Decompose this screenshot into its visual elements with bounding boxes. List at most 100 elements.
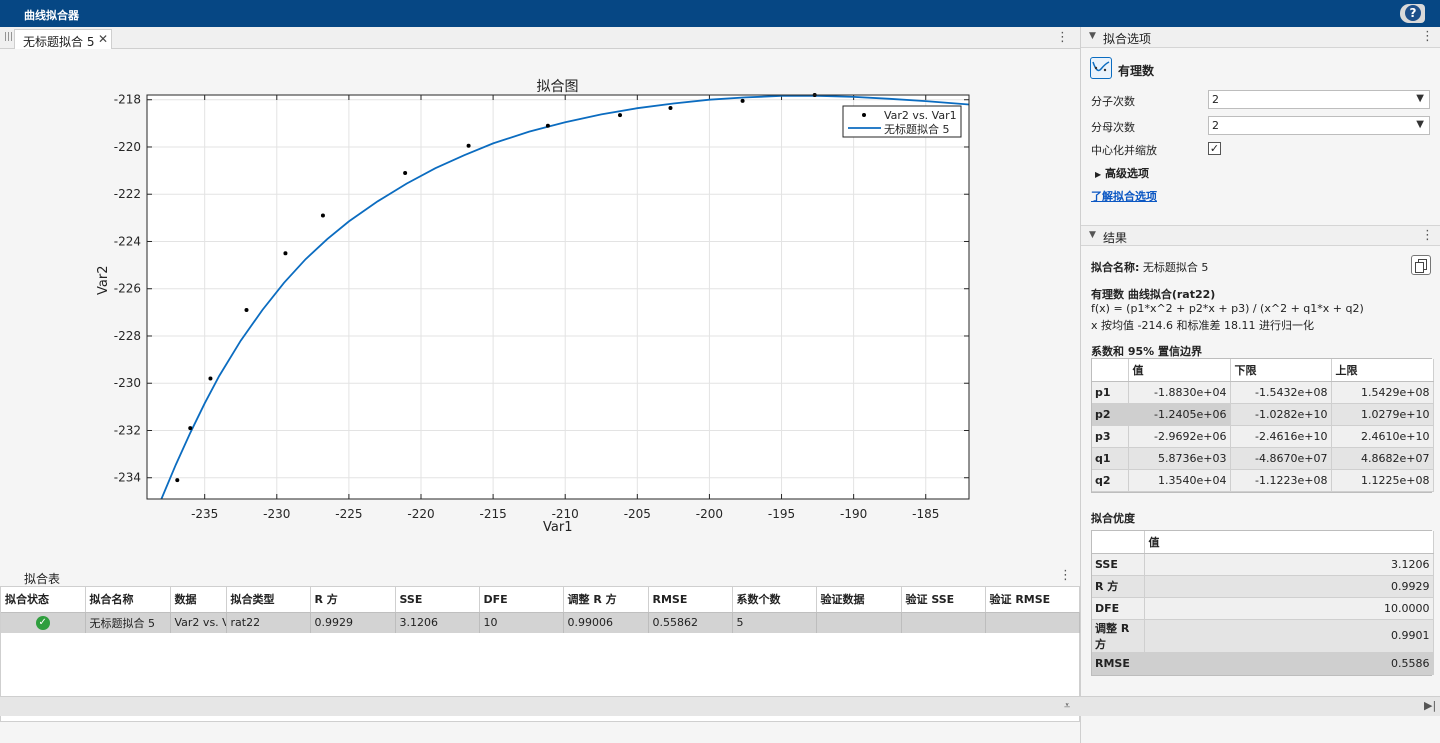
column-header[interactable]: 验证 RMSE bbox=[985, 587, 1080, 613]
column-header[interactable]: 值 bbox=[1128, 359, 1231, 382]
column-header[interactable]: 数据 bbox=[170, 587, 227, 613]
coefficients-title: 系数和 95% 置信边界 bbox=[1091, 345, 1202, 358]
goodness-of-fit-title: 拟合优度 bbox=[1091, 512, 1135, 525]
coef-upper: 4.8682e+07 bbox=[1331, 447, 1434, 470]
x-tick-label: -200 bbox=[696, 507, 723, 521]
fit-table-title: 拟合表 bbox=[24, 572, 61, 586]
gof-header: 值 bbox=[1092, 531, 1434, 554]
column-header[interactable]: 调整 R 方 bbox=[563, 587, 649, 613]
column-header[interactable]: 拟合类型 bbox=[226, 587, 311, 613]
x-axis-label: Var1 bbox=[543, 520, 573, 535]
collapse-down-icon[interactable]: ⩡ bbox=[1064, 699, 1070, 713]
data-point[interactable] bbox=[466, 143, 471, 148]
model-equation: f(x) = (p1*x^2 + p2*x + p3) / (x^2 + q1*… bbox=[1091, 302, 1364, 315]
table-row[interactable]: q2 1.3540e+04 -1.1223e+08 1.1225e+08 bbox=[1092, 469, 1434, 492]
denominator-degree-select[interactable]: 2 ▼ bbox=[1208, 116, 1430, 135]
column-header[interactable]: 值 bbox=[1144, 531, 1434, 554]
fit-name-row: 拟合名称: 无标题拟合 5 bbox=[1091, 259, 1208, 275]
tab-label: 无标题拟合 5 bbox=[23, 35, 95, 49]
copy-icon[interactable] bbox=[1411, 255, 1431, 275]
numerator-degree-select[interactable]: 2 ▼ bbox=[1208, 90, 1430, 109]
data-cell: Var2 vs. Var1 bbox=[170, 612, 227, 633]
data-point[interactable] bbox=[188, 426, 193, 431]
column-header[interactable]: 拟合状态 bbox=[1, 587, 86, 613]
learn-fit-options-link[interactable]: 了解拟合选项 bbox=[1091, 188, 1157, 204]
collapse-arrow-icon[interactable]: ▼ bbox=[1089, 31, 1096, 41]
results-header[interactable]: ▼ 结果 ⋮ bbox=[1081, 225, 1440, 246]
tab-untitled-fit-5[interactable]: 无标题拟合 5 ✕ bbox=[14, 29, 112, 49]
column-header[interactable]: 上限 bbox=[1331, 359, 1434, 382]
data-point[interactable] bbox=[740, 98, 745, 103]
gof-name: DFE bbox=[1092, 597, 1145, 620]
validation-data-cell bbox=[816, 612, 902, 633]
table-row[interactable]: 调整 R 方 0.9901 bbox=[1092, 619, 1434, 653]
fit-table-menu-icon[interactable]: ⋮ bbox=[1059, 569, 1072, 582]
column-header[interactable]: 验证 SSE bbox=[901, 587, 986, 613]
collapse-arrow-icon[interactable]: ▼ bbox=[1089, 230, 1096, 240]
coef-upper: 2.4610e+10 bbox=[1331, 425, 1434, 448]
data-point[interactable] bbox=[175, 478, 180, 483]
close-icon[interactable]: ✕ bbox=[98, 32, 108, 46]
x-tick-label: -195 bbox=[768, 507, 795, 521]
column-header[interactable]: 拟合名称 bbox=[85, 587, 171, 613]
data-point[interactable] bbox=[208, 376, 213, 381]
ncoef-cell: 5 bbox=[732, 612, 817, 633]
fit-type-label: 有理数 bbox=[1118, 64, 1155, 78]
column-header[interactable]: 下限 bbox=[1230, 359, 1332, 382]
coef-name: p2 bbox=[1092, 403, 1129, 426]
legend-marker-points bbox=[862, 113, 866, 117]
coef-upper: 1.0279e+10 bbox=[1331, 403, 1434, 426]
rational-fit-icon[interactable] bbox=[1090, 57, 1112, 79]
column-header[interactable]: RMSE bbox=[648, 587, 733, 613]
document-menu-icon[interactable]: ⋮ bbox=[1056, 31, 1069, 44]
data-point[interactable] bbox=[320, 213, 325, 218]
grip-icon[interactable]: ||| bbox=[4, 32, 13, 42]
y-axis-label: Var2 bbox=[96, 265, 111, 295]
data-point[interactable] bbox=[244, 307, 249, 312]
table-row[interactable]: ✓ 无标题拟合 5 Var2 vs. Var1 rat22 0.9929 3.1… bbox=[1, 612, 1080, 633]
check-circle-icon: ✓ bbox=[35, 616, 50, 631]
x-tick-label: -205 bbox=[624, 507, 651, 521]
fit-options-menu-icon[interactable]: ⋮ bbox=[1421, 30, 1434, 43]
goodness-of-fit-table: 值 SSE 3.1206 R 方 0.9929 DFE 10.0000 调整 R 方0… bbox=[1091, 530, 1434, 676]
coef-value: 1.3540e+04 bbox=[1128, 469, 1231, 492]
y-tick-label: -232 bbox=[114, 423, 141, 437]
y-tick-label: -226 bbox=[114, 282, 141, 296]
fit-table-panel: 拟合表 ⋮ 拟合状态 拟合名称 数据 拟合类型 R 方 SSE DFE 调整 R… bbox=[0, 567, 1080, 743]
column-header[interactable]: R 方 bbox=[310, 587, 396, 613]
gof-value: 0.9929 bbox=[1144, 575, 1434, 598]
column-header[interactable]: DFE bbox=[479, 587, 564, 613]
expand-right-icon[interactable]: ▶| bbox=[1424, 699, 1436, 712]
coef-value: -1.2405e+06 bbox=[1128, 403, 1231, 426]
coef-name: p1 bbox=[1092, 381, 1129, 404]
help-button[interactable]: ? bbox=[1400, 4, 1425, 23]
table-row[interactable]: SSE 3.1206 bbox=[1092, 553, 1434, 576]
table-row[interactable]: R 方 0.9929 bbox=[1092, 575, 1434, 598]
center-scale-checkbox[interactable]: ✓ bbox=[1208, 142, 1221, 155]
column-header[interactable]: SSE bbox=[395, 587, 480, 613]
advanced-options-toggle[interactable]: ▶ 高级选项 bbox=[1095, 165, 1149, 181]
table-row[interactable]: RMSE 0.5586 bbox=[1092, 652, 1434, 675]
data-point[interactable] bbox=[403, 170, 408, 175]
table-row[interactable]: q1 5.8736e+03 -4.8670e+07 4.8682e+07 bbox=[1092, 447, 1434, 470]
table-row[interactable]: p3 -2.9692e+06 -2.4616e+10 2.4610e+10 bbox=[1092, 425, 1434, 448]
x-tick-label: -210 bbox=[552, 507, 579, 521]
column-header[interactable]: 系数个数 bbox=[732, 587, 817, 613]
column-header bbox=[1092, 531, 1145, 554]
fit-plot[interactable]: -235 -230 -225 -220 -215 -210 -205 -200 -195 -190… bbox=[0, 49, 1080, 561]
table-row[interactable]: DFE 10.0000 bbox=[1092, 597, 1434, 620]
table-row[interactable]: p2 -1.2405e+06 -1.0282e+10 1.0279e+10 bbox=[1092, 403, 1434, 426]
column-header bbox=[1092, 359, 1129, 382]
data-point[interactable] bbox=[618, 113, 623, 118]
fit-name-cell: 无标题拟合 5 bbox=[85, 612, 171, 633]
fit-options-header[interactable]: ▼ 拟合选项 ⋮ bbox=[1081, 27, 1440, 48]
column-header[interactable]: 验证数据 bbox=[816, 587, 902, 613]
data-point[interactable] bbox=[283, 251, 288, 256]
results-menu-icon[interactable]: ⋮ bbox=[1421, 229, 1434, 242]
fit-name-label: 拟合名称: bbox=[1091, 261, 1140, 274]
gof-value: 0.9901 bbox=[1144, 619, 1434, 653]
data-point[interactable] bbox=[545, 123, 550, 128]
data-point[interactable] bbox=[668, 105, 673, 110]
y-tick-label: -230 bbox=[114, 376, 141, 390]
table-row[interactable]: p1 -1.8830e+04 -1.5432e+08 1.5429e+08 bbox=[1092, 381, 1434, 404]
